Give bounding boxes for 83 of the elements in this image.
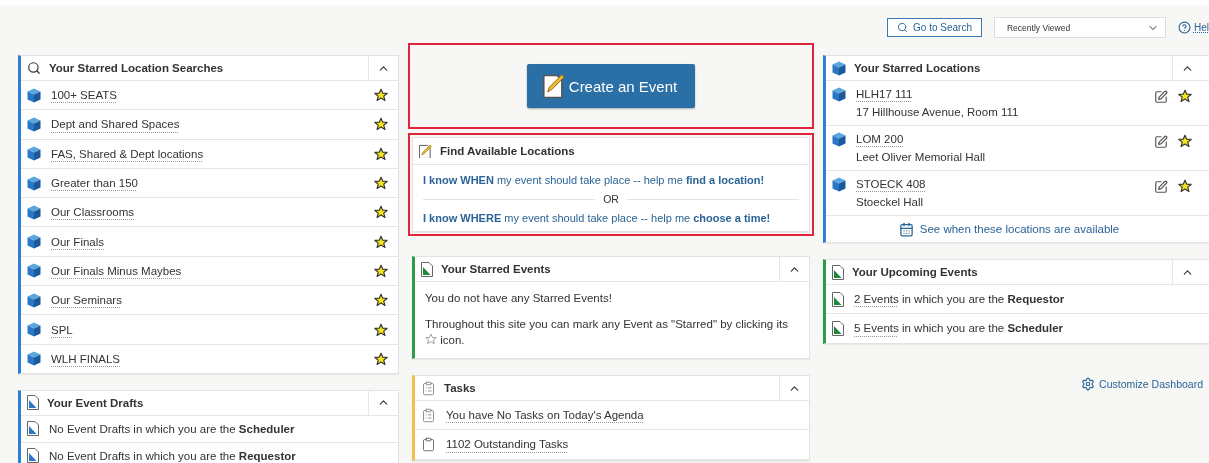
edit-button[interactable] bbox=[1154, 180, 1168, 194]
location-link[interactable]: HLH17 111 bbox=[856, 87, 913, 102]
card-title: Your Starred Location Searches bbox=[49, 62, 224, 74]
checklist-icon bbox=[421, 380, 436, 396]
events-summary: 2 Events in which you are the Requestor bbox=[854, 293, 1065, 306]
saved-search-link[interactable]: Greater than 150 bbox=[51, 177, 364, 190]
cube-icon bbox=[27, 234, 41, 250]
saved-search-link[interactable]: WLH FINALS bbox=[51, 352, 364, 365]
calendar-icon bbox=[898, 221, 914, 237]
card-title: Your Event Drafts bbox=[47, 396, 144, 409]
cube-icon bbox=[832, 132, 846, 147]
hint-text: icon. bbox=[440, 334, 465, 346]
cube-icon bbox=[27, 175, 41, 191]
saved-search-link[interactable]: Our Classrooms bbox=[51, 206, 364, 219]
location-address: Stoeckel Hall bbox=[856, 195, 925, 210]
collapse-button[interactable] bbox=[779, 376, 809, 400]
collapse-button[interactable] bbox=[368, 56, 398, 80]
availability-link[interactable]: See when these locations are available bbox=[826, 216, 1192, 242]
cube-icon bbox=[832, 177, 846, 192]
search-icon bbox=[27, 61, 41, 75]
events-summary: 5 Events in which you are the Scheduler bbox=[854, 322, 1064, 335]
document-icon bbox=[832, 320, 844, 336]
edit-button[interactable] bbox=[1154, 135, 1168, 149]
settings-icon bbox=[1081, 376, 1096, 391]
location-link[interactable]: LOM 200 bbox=[856, 132, 904, 147]
help-link[interactable]: Hel bbox=[1178, 21, 1209, 34]
draft-message: No Event Drafts in which you are the Requestor bbox=[49, 449, 296, 462]
empty-message: You do not have any Starred Events! bbox=[425, 291, 613, 306]
card-title: Your Upcoming Events bbox=[852, 266, 978, 278]
card-title: Find Available Locations bbox=[440, 145, 575, 157]
hint-text: Throughout this site you can mark any Event as "Starred" by clicking its bbox=[425, 318, 788, 330]
document-icon bbox=[27, 421, 39, 437]
cube-icon bbox=[832, 87, 846, 102]
cube-icon bbox=[27, 292, 41, 308]
star-outline-icon bbox=[425, 333, 437, 345]
saved-search-link[interactable]: FAS, Shared & Dept locations bbox=[51, 147, 364, 160]
saved-search-link[interactable]: 100+ SEATS bbox=[51, 89, 364, 102]
go-to-search-button[interactable]: Go to Search bbox=[887, 18, 982, 37]
create-event-button[interactable]: Create an Event bbox=[526, 64, 696, 108]
cube-icon bbox=[832, 60, 846, 76]
document-icon bbox=[421, 261, 433, 277]
events-link[interactable]: 2 Events bbox=[854, 293, 899, 306]
cube-icon bbox=[27, 351, 41, 367]
collapse-button[interactable] bbox=[368, 390, 398, 415]
saved-search-link[interactable]: Our Finals Minus Maybes bbox=[51, 264, 364, 277]
clipboard-icon bbox=[421, 436, 436, 452]
events-link[interactable]: 5 Events bbox=[854, 322, 899, 335]
checklist-icon bbox=[421, 407, 436, 423]
saved-search-link[interactable]: Dept and Shared Spaces bbox=[51, 118, 364, 131]
document-icon bbox=[832, 264, 844, 280]
location-address: Leet Oliver Memorial Hall bbox=[856, 150, 987, 165]
cube-icon bbox=[27, 204, 41, 220]
find-option-link[interactable]: I know WHEN my event should take place -- help me find a location! bbox=[423, 171, 799, 189]
location-link[interactable]: STOECK 408 bbox=[856, 177, 926, 192]
card-title: Your Starred Locations bbox=[854, 62, 981, 74]
saved-search-link[interactable]: Our Finals bbox=[51, 235, 364, 248]
pencil-note-icon bbox=[419, 143, 432, 159]
saved-search-link[interactable]: SPL bbox=[51, 323, 364, 336]
help-icon bbox=[1178, 21, 1191, 34]
cube-icon bbox=[27, 146, 41, 162]
find-option-link[interactable]: I know WHERE my event should take place -- help me choose a time! bbox=[423, 209, 799, 227]
cube-icon bbox=[27, 263, 41, 279]
or-separator: OR bbox=[603, 193, 619, 205]
collapse-button[interactable] bbox=[1172, 56, 1202, 80]
draft-message: No Event Drafts in which you are the Scheduler bbox=[49, 422, 295, 435]
cube-icon bbox=[27, 116, 41, 132]
cube-icon bbox=[27, 87, 41, 103]
task-link[interactable]: You have No Tasks on Today's Agenda bbox=[446, 409, 799, 422]
document-icon bbox=[832, 291, 844, 307]
task-link[interactable]: 1102 Outstanding Tasks bbox=[446, 438, 799, 451]
location-address: 17 Hillhouse Avenue, Room 111 bbox=[856, 105, 1020, 120]
document-icon bbox=[27, 395, 39, 411]
edit-button[interactable] bbox=[1154, 90, 1168, 104]
saved-search-link[interactable]: Our Seminars bbox=[51, 294, 364, 307]
view-select[interactable]: Recently Viewed bbox=[994, 17, 1166, 38]
card-title: Your Starred Events bbox=[441, 263, 551, 275]
cube-icon bbox=[27, 322, 41, 337]
collapse-button[interactable] bbox=[1172, 260, 1202, 284]
collapse-button[interactable] bbox=[779, 257, 809, 281]
customize-dashboard-link[interactable]: Customize Dashboard bbox=[1081, 376, 1203, 391]
card-title: Tasks bbox=[444, 382, 476, 394]
search-icon bbox=[897, 22, 909, 33]
pencil-note-icon bbox=[542, 73, 565, 99]
